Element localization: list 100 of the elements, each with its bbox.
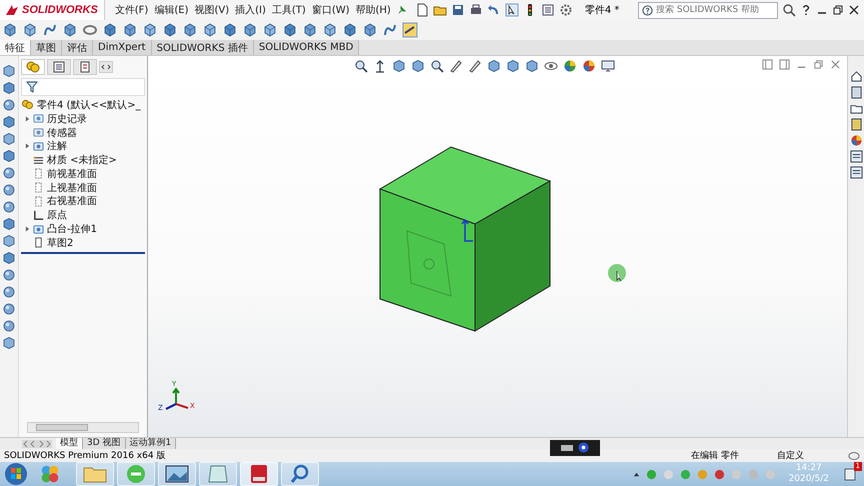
tray-icon[interactable] — [714, 468, 725, 480]
tree-item[interactable]: 传感器 — [47, 126, 77, 140]
command-tab[interactable]: SOLIDWORKS 插件 — [152, 40, 254, 55]
plane-icon — [33, 168, 44, 180]
command-tab[interactable]: SOLIDWORKS MBD — [254, 40, 360, 55]
ball-icon[interactable] — [2, 183, 16, 197]
ball-icon[interactable] — [850, 134, 862, 147]
tree-item[interactable]: 注解 — [47, 139, 67, 154]
taskbar-button[interactable] — [158, 462, 196, 486]
plane-icon — [33, 196, 44, 207]
print-icon[interactable] — [468, 3, 483, 17]
restore-icon[interactable] — [832, 4, 844, 16]
search-icon[interactable] — [430, 59, 444, 73]
view-tab[interactable]: 3D 视图 — [83, 438, 126, 449]
ball-icon[interactable] — [2, 200, 16, 214]
clock-time: 14:27 — [796, 463, 822, 474]
panel-icon[interactable] — [762, 59, 773, 70]
app-icon[interactable] — [39, 463, 61, 485]
tree-item[interactable]: 原点 — [47, 208, 67, 222]
command-tab[interactable]: 特征 — [0, 40, 31, 55]
tree-item[interactable]: 材质 <未指定> — [47, 153, 117, 168]
axis-icon[interactable] — [373, 59, 387, 73]
magnifier-icon — [290, 464, 310, 484]
units-dropdown[interactable]: 自定义 — [777, 449, 804, 462]
close-icon[interactable] — [848, 4, 860, 16]
tree-item[interactable]: 草图2 — [47, 236, 74, 250]
rollback-bar[interactable] — [21, 252, 145, 254]
curve-icon[interactable] — [42, 22, 58, 38]
pen-icon[interactable] — [468, 59, 482, 73]
curve-icon[interactable] — [382, 22, 398, 38]
tree-item[interactable]: 前视基准面 — [47, 166, 97, 181]
plane-icon — [33, 182, 44, 194]
home-icon[interactable] — [850, 70, 862, 83]
undo-icon[interactable] — [486, 3, 501, 17]
expand-arrow-icon[interactable] — [25, 143, 30, 150]
search-icon[interactable] — [782, 3, 796, 17]
taskbar-button[interactable] — [240, 462, 278, 486]
menu-item[interactable]: 文件(F) — [112, 3, 150, 17]
notepad-icon — [206, 464, 230, 484]
notification-icon[interactable] — [843, 467, 857, 481]
menu-item[interactable]: 工具(T) — [270, 3, 308, 17]
tray-arrow-icon[interactable] — [632, 470, 640, 478]
ball-icon[interactable] — [2, 302, 16, 316]
feature-tree-tab-icon[interactable] — [21, 59, 45, 75]
property-tab-icon[interactable] — [47, 59, 71, 75]
pin-icon[interactable] — [396, 5, 407, 15]
start-icon[interactable] — [4, 462, 28, 486]
list-icon[interactable] — [850, 166, 862, 179]
monitor-icon[interactable] — [601, 59, 615, 73]
menu-item[interactable]: 视图(V) — [192, 3, 232, 17]
menu-item[interactable]: 窗口(W) — [310, 3, 352, 17]
gear-icon[interactable] — [558, 3, 573, 17]
list-icon[interactable] — [850, 150, 862, 163]
ball-icon[interactable] — [2, 285, 16, 299]
scroll-arrows-icon[interactable] — [99, 61, 113, 73]
ring-icon[interactable] — [82, 22, 98, 38]
keyboard-icon[interactable] — [561, 444, 573, 452]
menu-item[interactable]: 插入(I) — [233, 3, 268, 17]
tree-item[interactable]: 历史记录 — [47, 112, 87, 126]
menu-item[interactable]: 编辑(E) — [152, 3, 190, 17]
command-tab[interactable]: 评估 — [62, 40, 93, 55]
tree-item[interactable]: 凸台-拉伸1 — [47, 222, 97, 236]
tree-item[interactable]: 右视基准面 — [47, 194, 97, 208]
expand-arrow-icon[interactable] — [25, 116, 30, 122]
pen-icon[interactable] — [449, 59, 463, 73]
document-title: 零件4 * — [584, 4, 620, 17]
config-tab-icon[interactable] — [73, 59, 97, 75]
ball-icon[interactable] — [582, 59, 596, 73]
view-tab[interactable]: 运动算例1 — [126, 438, 176, 449]
cursor-icon — [608, 264, 628, 284]
taskbar-button[interactable] — [281, 462, 319, 486]
clock-date: 2020/5/2 — [788, 474, 829, 485]
search-icon[interactable] — [354, 59, 368, 73]
chat-icon[interactable] — [848, 450, 860, 460]
ball-icon[interactable] — [2, 98, 16, 112]
panel-icon[interactable] — [779, 59, 790, 70]
list-icon[interactable] — [540, 3, 555, 17]
scroll-bar[interactable] — [27, 422, 139, 433]
eye-icon[interactable] — [544, 59, 558, 73]
menu-item[interactable]: 帮助(H) — [354, 3, 393, 17]
view-tab[interactable]: 模型 — [56, 438, 83, 449]
command-tab[interactable]: DimXpert — [93, 40, 152, 55]
page-icon[interactable] — [414, 3, 429, 17]
origin-icon — [33, 210, 44, 221]
tree-item[interactable]: 上视基准面 — [47, 180, 97, 195]
command-tab[interactable]: 草图 — [31, 40, 62, 55]
tab-scroll-icon[interactable] — [22, 440, 52, 448]
filter-icon[interactable] — [26, 81, 38, 93]
save-icon[interactable] — [450, 3, 465, 17]
ball-icon[interactable] — [2, 319, 16, 333]
expand-arrow-icon[interactable] — [25, 226, 30, 232]
axis-icon — [461, 218, 474, 242]
ball-icon[interactable] — [2, 166, 16, 180]
ruler-icon[interactable] — [402, 22, 418, 38]
ball-icon[interactable] — [563, 59, 577, 73]
browser-icon — [126, 464, 146, 484]
select-icon[interactable] — [504, 3, 519, 17]
part-icon — [21, 99, 34, 110]
ball-icon[interactable] — [2, 268, 16, 282]
tree-item[interactable]: 零件4 (默认<<默认>_ — [37, 98, 141, 112]
